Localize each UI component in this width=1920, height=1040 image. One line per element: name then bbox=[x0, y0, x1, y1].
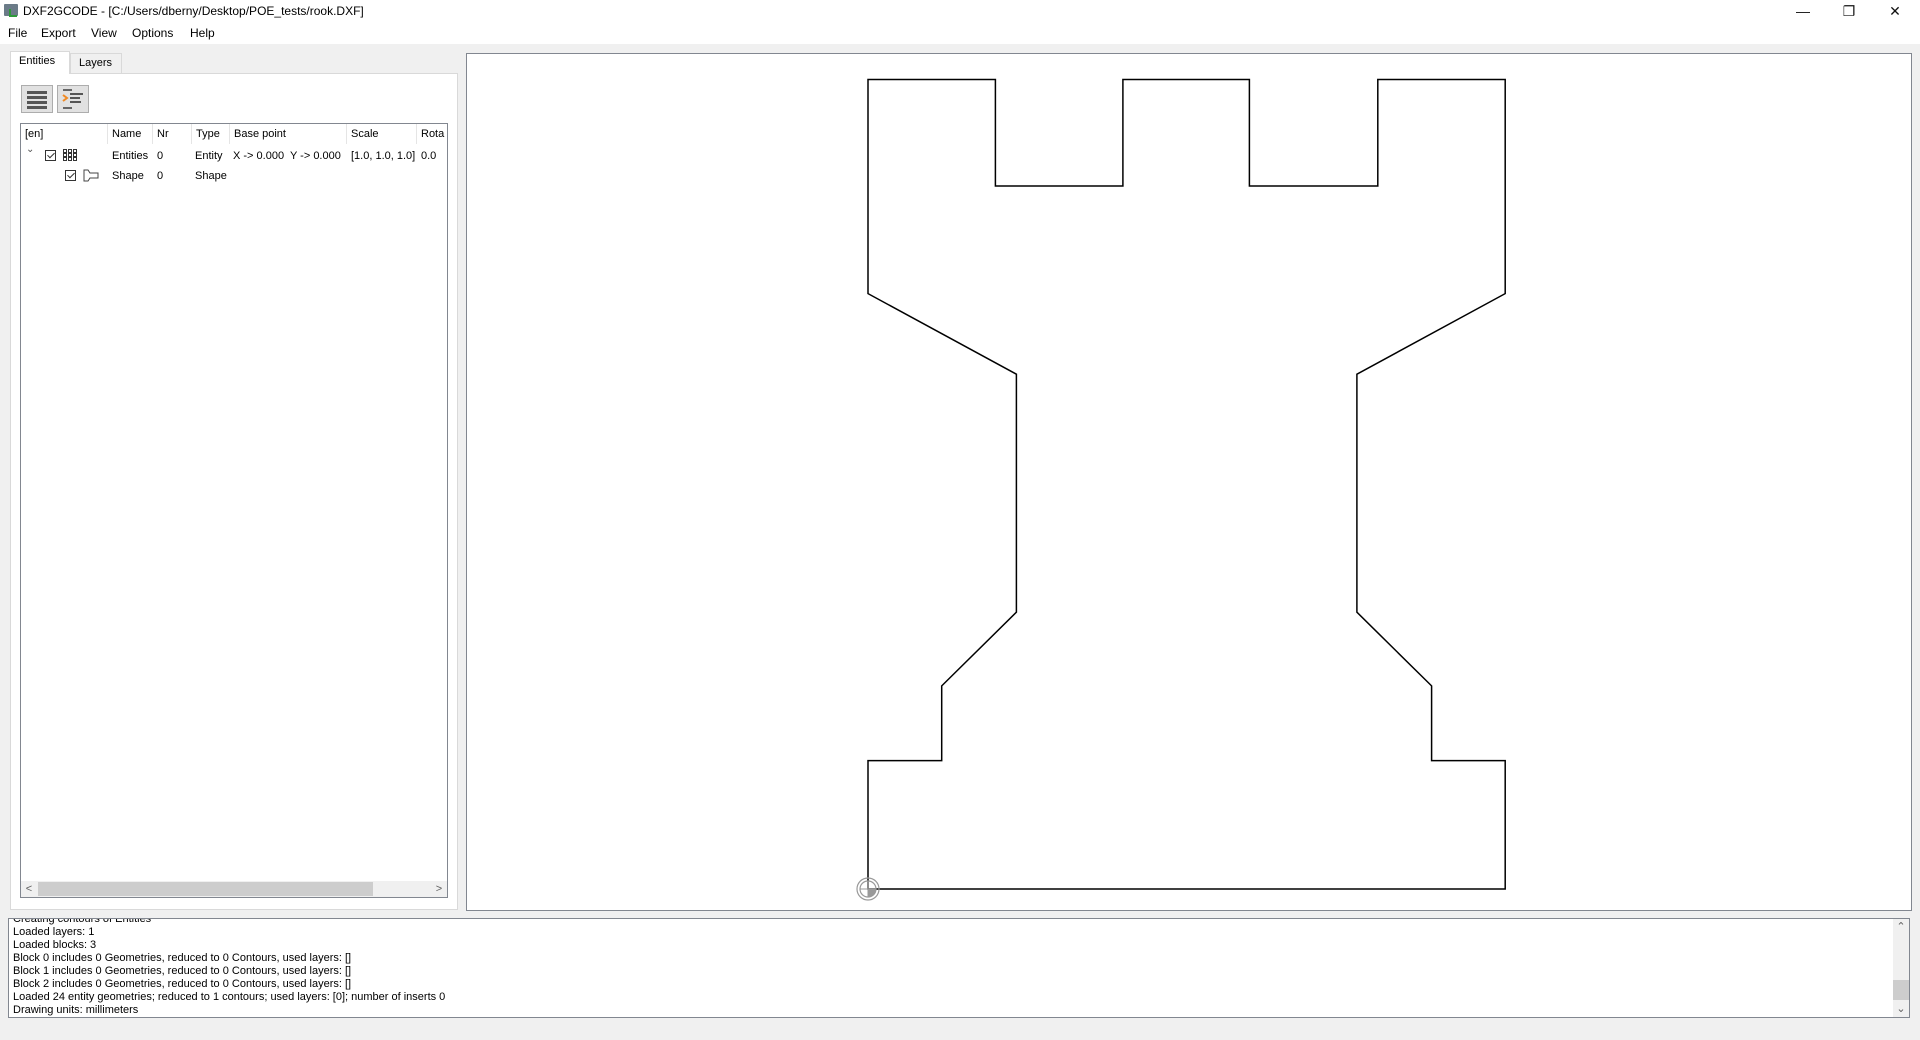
entities-name: Entities bbox=[112, 150, 149, 162]
scroll-up-arrow[interactable]: ⌃ bbox=[1893, 919, 1909, 935]
menu-help[interactable]: Help bbox=[190, 26, 215, 40]
entities-base-point: X -> 0.000 Y -> 0.000 bbox=[233, 150, 341, 162]
log-line: Drawing units: millimeters bbox=[13, 1004, 139, 1016]
log-line: Loaded 24 entity geometries; reduced to … bbox=[13, 991, 446, 1003]
menu-options[interactable]: Options bbox=[132, 26, 173, 40]
tree-horizontal-scrollbar[interactable]: < > bbox=[21, 881, 447, 897]
window-title: DXF2GCODE - [C:/Users/dberny/Desktop/POE… bbox=[23, 4, 364, 18]
menu-export[interactable]: Export bbox=[41, 26, 76, 40]
menu-view[interactable]: View bbox=[91, 26, 117, 40]
entities-grid-icon bbox=[63, 149, 77, 161]
minimize-button[interactable]: — bbox=[1780, 0, 1826, 22]
shape-icon bbox=[83, 169, 99, 182]
col-header-nr[interactable]: Nr bbox=[153, 124, 192, 144]
col-header-scale[interactable]: Scale bbox=[347, 124, 417, 144]
scroll-left-arrow[interactable]: < bbox=[21, 881, 37, 897]
shape-nr: 0 bbox=[157, 170, 164, 182]
tree-list-button[interactable] bbox=[57, 85, 89, 113]
log-line: Block 0 includes 0 Geometries, reduced t… bbox=[13, 952, 352, 964]
entities-checkbox[interactable] bbox=[45, 150, 56, 161]
menu-file[interactable]: File bbox=[8, 26, 27, 40]
log-line: Creating contours of Entities bbox=[13, 918, 152, 925]
entities-rotation: 0.0 bbox=[421, 150, 437, 162]
list-tree-icon bbox=[62, 89, 83, 109]
log-line: Block 1 includes 0 Geometries, reduced t… bbox=[13, 965, 352, 977]
col-header-type[interactable]: Type bbox=[192, 124, 230, 144]
restore-button[interactable]: ❐ bbox=[1826, 0, 1872, 22]
drawing-svg[interactable] bbox=[467, 54, 1913, 912]
log-line: Loaded blocks: 3 bbox=[13, 939, 97, 951]
col-header-lang[interactable]: [en] bbox=[21, 124, 108, 144]
entities-nr: 0 bbox=[157, 150, 164, 162]
log-line: Loaded layers: 1 bbox=[13, 926, 95, 938]
col-header-name[interactable]: Name bbox=[108, 124, 153, 144]
log-lines: Creating contours of Entities Loaded laye… bbox=[13, 918, 446, 1017]
scroll-right-arrow[interactable]: > bbox=[431, 881, 447, 897]
flat-list-button[interactable] bbox=[21, 85, 53, 113]
tab-entities[interactable]: Entities bbox=[10, 51, 70, 74]
log-line: Block 2 includes 0 Geometries, reduced t… bbox=[13, 978, 352, 990]
col-header-base-point[interactable]: Base point bbox=[230, 124, 347, 144]
drawing-canvas[interactable] bbox=[466, 53, 1912, 911]
log-scroll-thumb[interactable] bbox=[1893, 980, 1909, 1000]
tab-layers[interactable]: Layers bbox=[70, 53, 122, 73]
entities-type: Entity bbox=[195, 150, 223, 162]
shape-checkbox[interactable] bbox=[65, 170, 76, 181]
shape-type: Shape bbox=[195, 170, 227, 182]
message-log[interactable]: Creating contours of Entities Loaded laye… bbox=[8, 918, 1910, 1018]
scroll-thumb[interactable] bbox=[38, 882, 373, 896]
close-button[interactable]: ✕ bbox=[1872, 0, 1918, 22]
origin-marker-icon bbox=[856, 877, 880, 901]
expand-chevron-icon[interactable]: ⌄ bbox=[26, 144, 34, 155]
entities-scale: [1.0, 1.0, 1.0] bbox=[351, 150, 416, 162]
app-icon bbox=[4, 4, 18, 17]
rook-contour[interactable] bbox=[867, 78, 1506, 890]
title-bar: DXF2GCODE - [C:/Users/dberny/Desktop/POE… bbox=[0, 0, 1920, 22]
log-vertical-scrollbar[interactable]: ⌃ ⌄ bbox=[1893, 919, 1909, 1017]
menu-bar: File Export View Options Help bbox=[0, 22, 1920, 44]
shape-name: Shape bbox=[112, 170, 144, 182]
list-flat-icon bbox=[27, 91, 47, 109]
scroll-down-arrow[interactable]: ⌄ bbox=[1893, 1001, 1909, 1017]
entities-tree[interactable]: [en] Name Nr Type Base point Scale Rota … bbox=[20, 123, 448, 898]
col-header-rotation[interactable]: Rota bbox=[417, 124, 447, 144]
